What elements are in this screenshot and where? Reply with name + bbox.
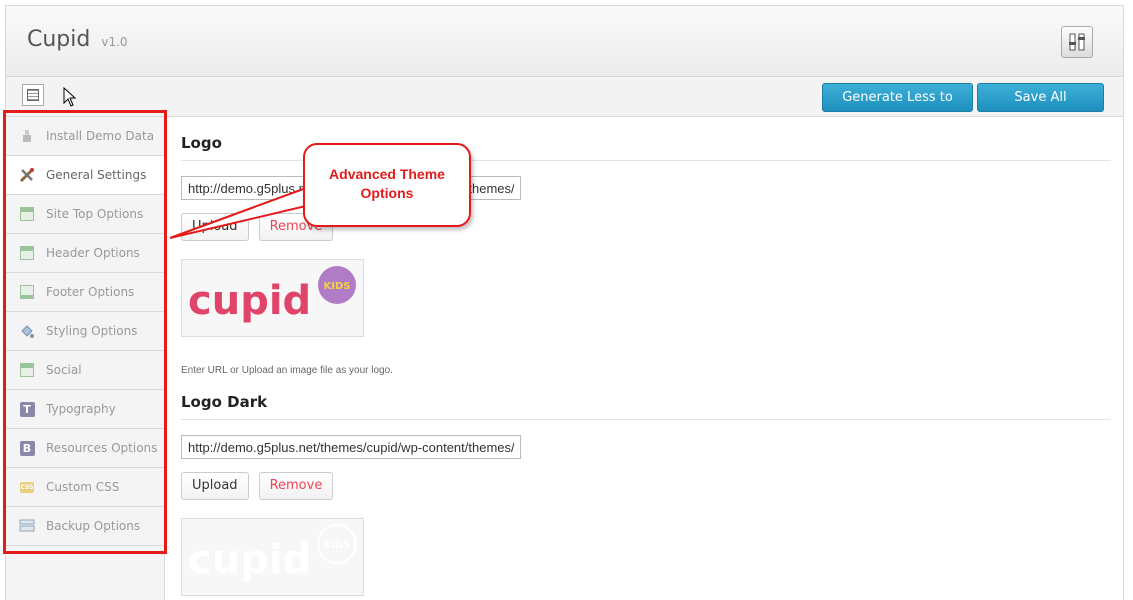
cupid-kids-logo: cupid KIDS — [188, 266, 356, 324]
logo-help-text: Enter URL or Upload an image file as you… — [181, 365, 393, 376]
logo-badge: KIDS — [324, 281, 351, 292]
settings-sliders-button[interactable] — [1061, 26, 1093, 58]
callout-pointer — [169, 186, 307, 239]
toolbar: Generate Less to CSS Save All Changes — [6, 77, 1123, 132]
app-title: Cupid v1.0 — [27, 27, 128, 52]
theme-options-panel: Cupid v1.0 Generate Less to CSS Save All… — [5, 5, 1124, 600]
cupid-kids-logo-white: cupid KIDS — [188, 524, 357, 583]
callout-line-2: Options — [360, 185, 414, 201]
logo-dark-remove-button[interactable]: Remove — [258, 472, 334, 500]
generate-less-button[interactable]: Generate Less to CSS — [822, 83, 973, 132]
panel-header: Cupid v1.0 — [6, 6, 1123, 77]
sliders-icon — [1069, 33, 1085, 51]
logo-dark-upload-button[interactable]: Upload — [181, 472, 249, 500]
logo-dark-badge: KIDS — [324, 540, 351, 551]
advanced-theme-options-callout: Advanced Theme Options — [303, 143, 471, 227]
logo-dark-section-title: Logo Dark — [181, 393, 1111, 420]
expand-options-button[interactable] — [22, 84, 44, 106]
logo-preview: cupid KIDS — [181, 259, 364, 337]
callout-line-1: Advanced Theme — [329, 166, 445, 182]
logo-dark-url-input[interactable] — [181, 435, 521, 459]
sidebar-highlight-outline — [3, 110, 167, 554]
logo-dark-wordmark: cupid — [188, 537, 311, 583]
app-version: v1.0 — [101, 35, 128, 49]
save-all-button[interactable]: Save All Changes — [977, 83, 1104, 132]
mouse-cursor-icon — [63, 87, 77, 107]
logo-wordmark: cupid — [188, 278, 311, 324]
app-title-text: Cupid — [27, 27, 91, 52]
logo-dark-preview: cupid KIDS — [181, 518, 364, 596]
list-icon — [27, 89, 39, 101]
